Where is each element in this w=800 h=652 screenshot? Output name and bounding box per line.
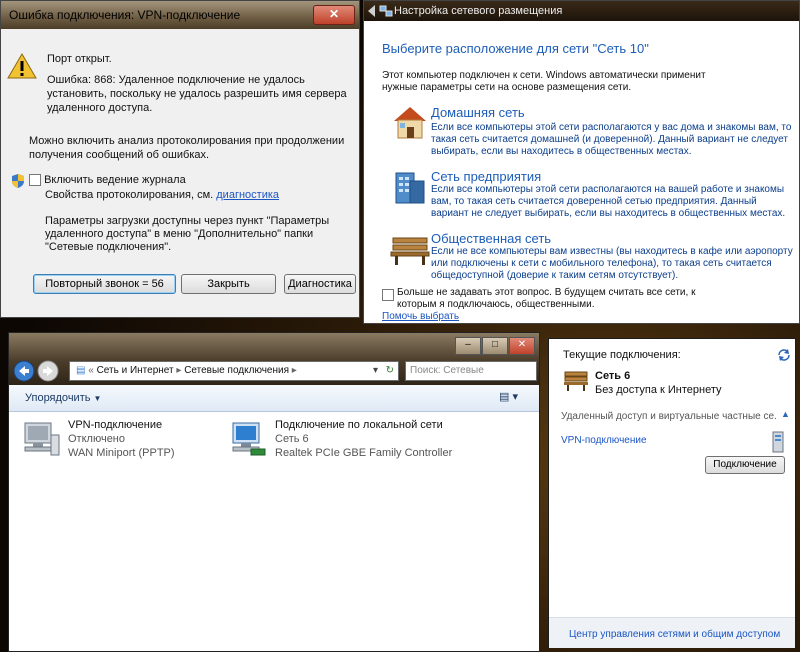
current-network-name: Сеть 6 [595, 370, 631, 382]
log-properties-text: Свойства протоколирования, см. [45, 189, 214, 201]
network-flyout: Текущие подключения: Сеть 6 Без доступа … [548, 338, 796, 648]
diagnostics-link[interactable]: диагностика [216, 189, 279, 201]
vpn-server-icon [772, 431, 784, 453]
location-intro: Этот компьютер подключен к сети. Windows… [382, 70, 706, 93]
location-window-titlebar[interactable]: Настройка сетевого размещения [364, 1, 799, 21]
view-options-icon[interactable]: ▤ ▾ [499, 390, 518, 403]
current-connections-label: Текущие подключения: [563, 349, 681, 361]
organize-label: Упорядочить [25, 392, 91, 404]
breadcrumb-chevron-icon: ▸ [291, 365, 297, 376]
remote-access-section-header[interactable]: Удаленный доступ и виртуальные частные с… [561, 411, 776, 422]
address-dropdown-icon[interactable]: ▾ [373, 362, 378, 380]
log-properties-row: Свойства протоколирования, см. диагности… [45, 189, 279, 201]
help-choose-link[interactable]: Помочь выбрать [382, 311, 459, 322]
minimize-button[interactable]: – [455, 337, 481, 355]
connection-item-vpn[interactable]: VPN-подключение Отключено WAN Miniport (… [21, 419, 221, 463]
enable-log-checkbox[interactable] [29, 174, 41, 187]
public-network-title: Общественная сеть [431, 231, 552, 246]
close-button[interactable]: Закрыть [181, 274, 276, 294]
home-network-desc: Если все компьютеры этой сети располагаю… [431, 122, 792, 157]
error-dialog: Ошибка подключения: VPN-подключение ✕ По… [0, 0, 360, 318]
breadcrumb-network-internet[interactable]: Сеть и Интернет [97, 365, 174, 376]
parameters-hint: Параметры загрузки доступны через пункт … [45, 215, 330, 253]
network-center-link[interactable]: Центр управления сетями и общим доступом [569, 629, 780, 640]
vpn-connection-name: VPN-подключение [68, 419, 163, 431]
connect-button[interactable]: Подключение [705, 456, 785, 474]
redial-button[interactable]: Повторный звонок = 56 [33, 274, 176, 294]
close-icon[interactable]: ✕ [313, 5, 355, 25]
breadcrumb-network-connections[interactable]: Сетевые подключения [184, 365, 289, 376]
back-arrow-icon[interactable] [367, 4, 379, 18]
connection-item-lan[interactable]: Подключение по локальной сети Сеть 6 Rea… [229, 419, 529, 463]
folder-icon: ▤ [76, 365, 86, 376]
lan-connection-name: Подключение по локальной сети [275, 419, 443, 431]
refresh-connections-icon[interactable] [777, 348, 791, 362]
home-network-title: Домашняя сеть [431, 105, 525, 120]
current-network-status: Без доступа к Интернету [595, 384, 722, 396]
error-message: Ошибка: 868: Удаленное подключение не уд… [47, 74, 347, 114]
enable-log-checkbox-row[interactable]: Включить ведение журнала [29, 174, 186, 187]
work-network-title: Сеть предприятия [431, 169, 542, 184]
chevron-down-icon: ▼ [93, 394, 102, 403]
close-window-button[interactable]: ✕ [509, 337, 535, 355]
command-bar: Упорядочить ▼ ▤ ▾ [9, 385, 539, 412]
location-heading: Выберите расположение для сети "Сеть 10" [382, 41, 649, 56]
home-network-option[interactable]: Домашняя сеть Если все компьютеры этой с… [390, 105, 795, 161]
location-window-title: Настройка сетевого размещения [394, 5, 563, 17]
organize-button[interactable]: Упорядочить ▼ [25, 392, 101, 404]
vpn-connection-icon [24, 422, 60, 456]
breadcrumb-separator: « [88, 365, 97, 376]
public-network-option[interactable]: Общественная сеть Если не все компьютеры… [390, 231, 795, 287]
collapse-chevron-icon[interactable]: ▲ [781, 409, 790, 419]
office-building-icon [395, 172, 425, 204]
forward-button-icon[interactable] [37, 360, 59, 382]
public-network-desc: Если не все компьютеры вам известны (вы … [431, 246, 793, 281]
diagnose-button[interactable]: Диагностика [284, 274, 356, 294]
dont-ask-checkbox[interactable] [382, 289, 394, 301]
home-icon [394, 107, 426, 139]
dont-ask-label: Больше не задавать этот вопрос. В будуще… [397, 287, 696, 310]
maximize-button[interactable]: □ [482, 337, 508, 355]
lan-connection-icon [232, 422, 266, 456]
vpn-connection-status: Отключено [68, 433, 125, 445]
window-caption-buttons: – □ ✕ [454, 337, 535, 355]
port-status-text: Порт открыт. [47, 53, 112, 65]
network-location-window: Настройка сетевого размещения Выберите р… [363, 0, 800, 324]
logging-hint: Можно включить анализ протоколирования п… [29, 135, 345, 161]
back-button-icon[interactable] [13, 360, 35, 382]
network-connections-window: – □ ✕ ▤ « Сеть и Интернет ▸ Сетевые подклю… [8, 332, 540, 652]
work-network-desc: Если все компьютеры этой сети располагаю… [431, 184, 786, 219]
error-dialog-title: Ошибка подключения: VPN-подключение [9, 8, 241, 22]
park-bench-icon [564, 371, 588, 391]
refresh-icon[interactable]: ↻ [386, 362, 394, 380]
vpn-connection-entry[interactable]: VPN-подключение [561, 435, 647, 446]
work-network-option[interactable]: Сеть предприятия Если все компьютеры это… [390, 169, 795, 225]
address-bar[interactable]: ▤ « Сеть и Интернет ▸ Сетевые подключени… [69, 361, 399, 381]
network-icon [379, 5, 393, 17]
warning-icon [7, 53, 37, 79]
enable-log-label: Включить ведение журнала [44, 174, 186, 186]
search-box[interactable]: Поиск: Сетевые подключения ⌕ [405, 361, 537, 394]
error-dialog-titlebar[interactable]: Ошибка подключения: VPN-подключение [1, 1, 359, 29]
shield-icon [12, 174, 24, 188]
lan-connection-device: Realtek PCIe GBE Family Controller [275, 447, 453, 459]
park-bench-icon [390, 237, 430, 265]
vpn-connection-device: WAN Miniport (PPTP) [68, 447, 175, 459]
lan-connection-status: Сеть 6 [275, 433, 309, 445]
